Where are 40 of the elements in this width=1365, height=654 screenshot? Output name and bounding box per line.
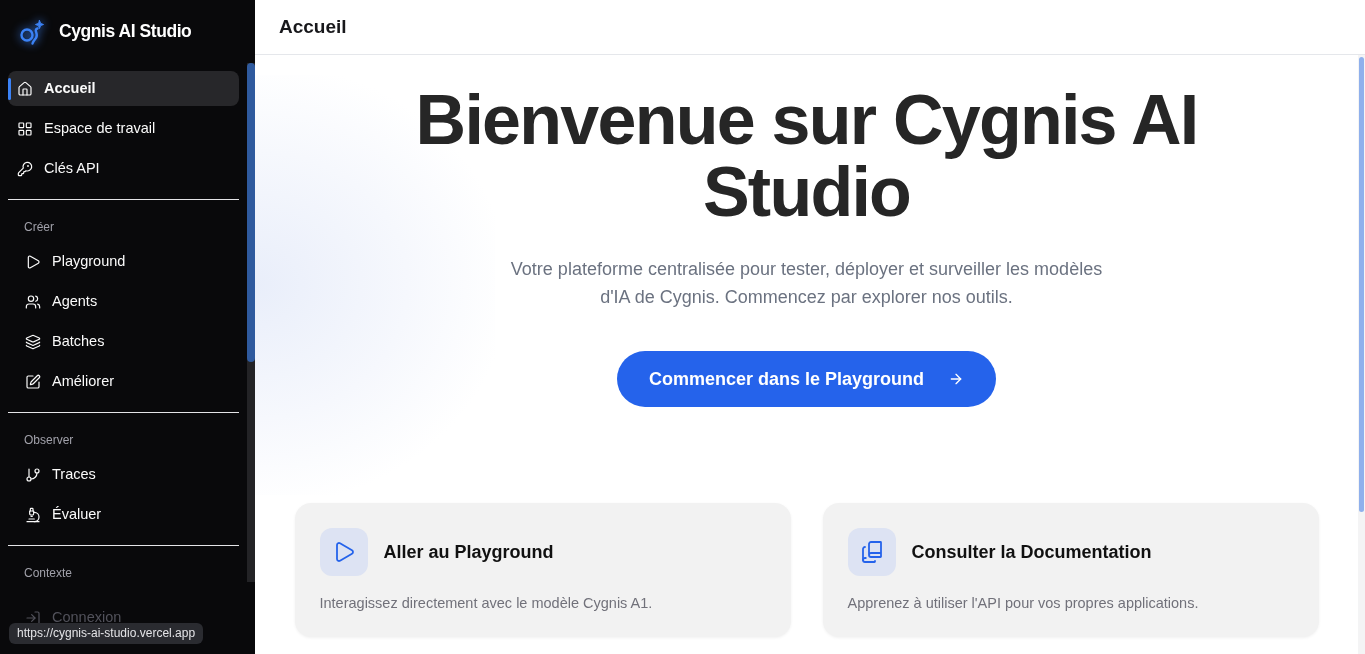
sidebar-item[interactable]: Clés API <box>8 151 239 186</box>
sidebar-item[interactable]: Agents <box>8 284 239 319</box>
section-label: Contexte <box>23 565 74 581</box>
page-title: Accueil <box>279 14 347 39</box>
scrollbar-thumb[interactable] <box>247 63 255 362</box>
key-icon <box>17 160 33 177</box>
sign-in-icon <box>25 609 41 626</box>
microscope-icon <box>25 506 41 523</box>
documentation-card[interactable]: Consulter la Documentation Apprenez à utiliser l'API pour vos propres applications. <box>822 503 1319 637</box>
card-description: Interagissez directement avec le modèle Cygnis A1. <box>319 594 654 613</box>
sidebar-item[interactable]: Espace de travail <box>8 111 239 146</box>
section-label: Créer <box>23 219 55 235</box>
users-icon <box>25 293 41 310</box>
hero-title: Bienvenue sur Cygnis AI Studio <box>414 84 1199 228</box>
books-icon <box>847 528 896 576</box>
start-playground-button[interactable]: Commencer dans le Playground <box>616 351 997 407</box>
sidebar-item[interactable]: Playground <box>8 244 239 279</box>
card-title: Consulter la Documentation <box>911 540 1152 564</box>
play-icon <box>319 528 368 576</box>
branch-icon <box>25 466 41 483</box>
layers-icon <box>25 333 41 350</box>
link-preview-tooltip: https://cygnis-ai-studio.vercel.app <box>9 623 204 644</box>
active-indicator <box>8 78 11 100</box>
sidebar-item[interactable]: Accueil <box>8 71 239 106</box>
card-description: Apprenez à utiliser l'API pour vos propres applications. <box>847 594 1200 613</box>
play-icon <box>25 253 41 270</box>
sidebar-item[interactable]: Batches <box>8 324 239 359</box>
house-icon <box>17 80 33 97</box>
hero-subtitle: Votre plateforme centralisée pour tester, déployer et surveiller les modèles d'IA de Cygnis. Commencez par explorer nos outils. <box>509 258 1104 309</box>
section-label: Observer <box>23 432 75 448</box>
sidebar-item[interactable]: Améliorer <box>8 364 239 399</box>
scrollbar-thumb[interactable] <box>1359 57 1364 512</box>
grid-icon <box>17 120 33 137</box>
brand-name: Cygnis AI Studio <box>59 20 192 44</box>
sidebar-item[interactable]: Évaluer <box>8 497 239 532</box>
pencil-square-icon <box>25 373 41 390</box>
sidebar-item[interactable]: Traces <box>8 457 239 492</box>
playground-card[interactable]: Aller au Playground Interagissez directement avec le modèle Cygnis A1. <box>294 503 791 637</box>
logo-icon <box>19 18 45 45</box>
card-title: Aller au Playground <box>383 540 554 564</box>
